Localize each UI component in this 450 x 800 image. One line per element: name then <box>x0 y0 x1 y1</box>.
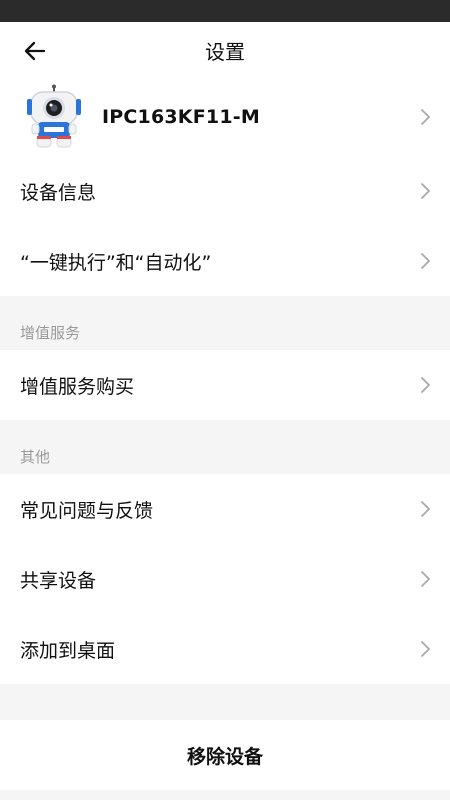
device-info-label: 设备信息 <box>20 181 97 204</box>
add-to-desktop-item[interactable]: 添加到桌面 <box>0 614 450 684</box>
automation-item[interactable]: “一键执行”和“自动化” <box>0 226 450 296</box>
chevron-right-icon <box>421 501 430 517</box>
top-bar: 设置 <box>0 22 450 78</box>
chevron-right-icon <box>421 109 430 125</box>
buy-value-added-service-item[interactable]: 增值服务购买 <box>0 350 450 420</box>
remove-device-button[interactable]: 移除设备 <box>0 720 450 790</box>
section-gap <box>0 684 450 720</box>
faq-feedback-item[interactable]: 常见问题与反馈 <box>0 474 450 544</box>
section-gap <box>0 296 450 314</box>
chevron-right-icon <box>421 183 430 199</box>
buy-service-label: 增值服务购买 <box>20 375 135 398</box>
chevron-right-icon <box>421 377 430 393</box>
back-arrow-icon[interactable] <box>22 38 48 64</box>
share-device-label: 共享设备 <box>20 569 97 592</box>
section-label-value-added: 增值服务 <box>0 314 450 350</box>
page-title: 设置 <box>205 39 245 64</box>
add-to-desktop-label: 添加到桌面 <box>20 639 116 662</box>
section-gap <box>0 420 450 438</box>
device-row[interactable]: IPC163KF11-M <box>0 78 450 156</box>
chevron-right-icon <box>421 571 430 587</box>
device-info-item[interactable]: 设备信息 <box>0 156 450 226</box>
chevron-right-icon <box>421 253 430 269</box>
camera-device-icon <box>27 84 81 148</box>
section-label-other: 其他 <box>0 438 450 474</box>
chevron-right-icon <box>421 641 430 657</box>
share-device-item[interactable]: 共享设备 <box>0 544 450 614</box>
device-name: IPC163KF11-M <box>102 106 260 128</box>
status-bar <box>0 0 450 22</box>
faq-feedback-label: 常见问题与反馈 <box>20 499 154 522</box>
automation-label: “一键执行”和“自动化” <box>20 251 212 274</box>
